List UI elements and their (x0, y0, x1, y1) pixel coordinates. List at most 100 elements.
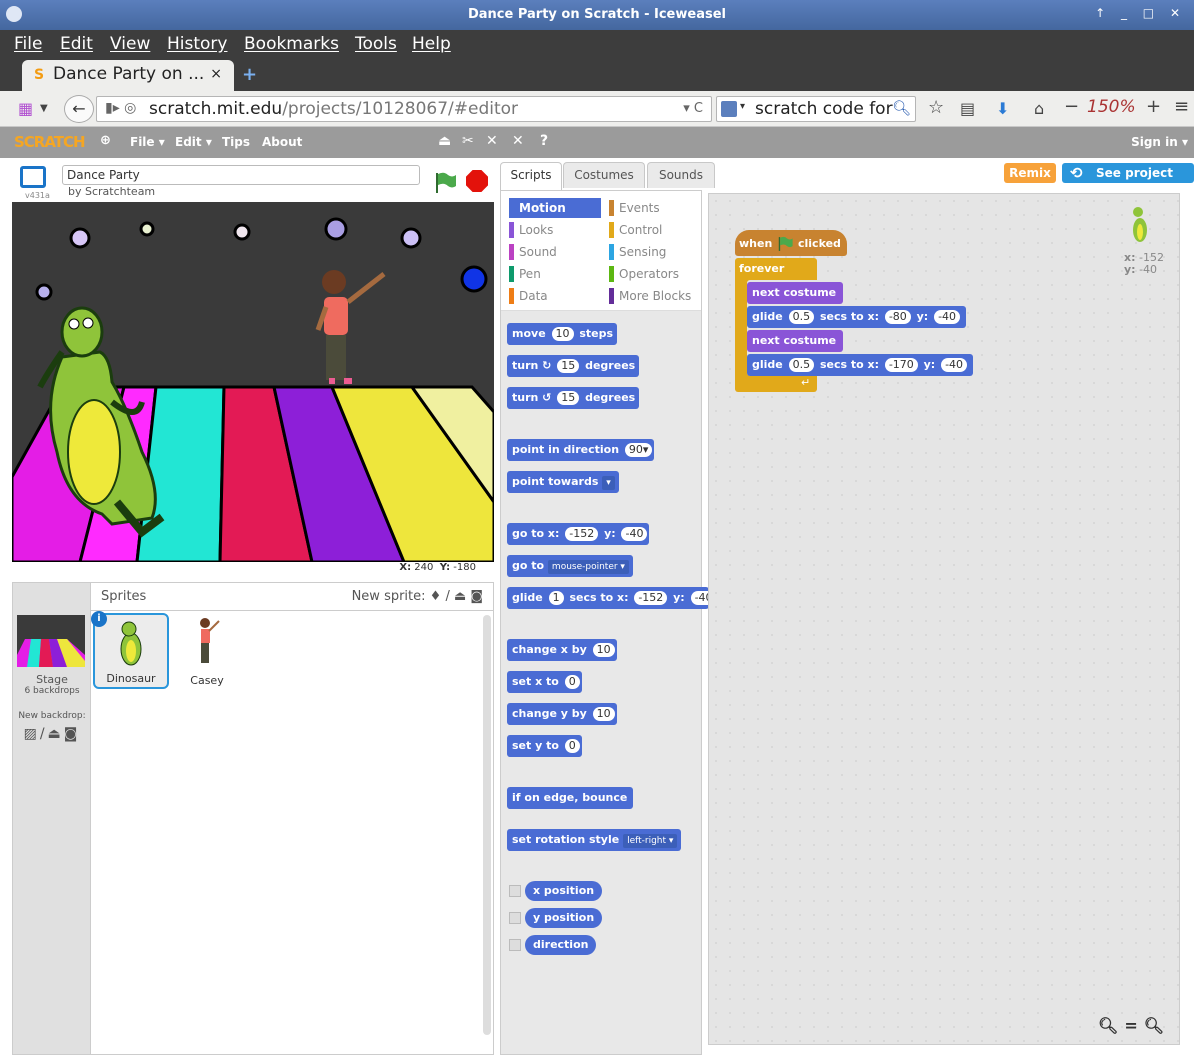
tab-sounds[interactable]: Sounds (647, 162, 715, 188)
category-sensing[interactable]: Sensing (609, 242, 701, 262)
search-bar[interactable]: ▾ scratch code for 🔍︎ (716, 96, 916, 122)
category-looks[interactable]: Looks (509, 220, 601, 240)
stop-button[interactable] (466, 170, 488, 192)
zoom-in-icon[interactable]: 🔍︎ (1144, 1016, 1170, 1035)
zoom-level[interactable]: 150% (1087, 97, 1136, 117)
sprites-scrollbar[interactable] (483, 615, 491, 1035)
menu-edit[interactable]: Edit (60, 34, 93, 54)
block-set-rotation-style[interactable]: set rotation style left-right ▾ (507, 829, 682, 851)
apps-icon[interactable]: ▦ (18, 99, 33, 118)
block-if-on-edge-bounce[interactable]: if on edge, bounce (507, 787, 634, 809)
block-change-x[interactable]: change x by 10 (507, 639, 617, 661)
menu-tools[interactable]: Tools (355, 34, 397, 54)
block-point-in-direction[interactable]: point in direction 90▾ (507, 439, 655, 461)
category-operators[interactable]: Operators (609, 264, 701, 284)
block-point-towards[interactable]: point towards ▾ (507, 471, 619, 493)
casey-sprite[interactable] (12, 202, 494, 562)
sign-in-link[interactable]: Sign in ▾ (1131, 135, 1188, 149)
menu-help[interactable]: Help (412, 34, 451, 54)
scratch-edit-menu[interactable]: Edit ▾ (175, 135, 212, 149)
category-pen[interactable]: Pen (509, 264, 601, 284)
scratch-file-menu[interactable]: File ▾ (130, 135, 165, 149)
loop-arrow-icon: ↵ (801, 376, 811, 389)
apps-dropdown-icon[interactable]: ▼ (40, 103, 48, 114)
new-tab-icon[interactable]: + (242, 64, 257, 85)
duplicate-tool-icon[interactable]: ⏏ (438, 133, 451, 149)
help-tool-icon[interactable]: ? (540, 133, 548, 149)
search-icon[interactable]: 🔍︎ (892, 99, 911, 117)
scratch-logo[interactable]: SCRATCH (14, 133, 86, 151)
glide-block-2[interactable]: glide 0.5 secs to x: -170 y: -40 (747, 354, 973, 376)
category-control[interactable]: Control (609, 220, 701, 240)
tab-costumes[interactable]: Costumes (563, 162, 645, 188)
category-more-blocks[interactable]: More Blocks (609, 286, 701, 306)
back-button[interactable]: ← (64, 95, 94, 123)
menu-icon[interactable]: ≡ (1174, 96, 1189, 117)
project-title-input[interactable]: Dance Party (62, 165, 420, 185)
category-events[interactable]: Events (609, 198, 701, 218)
category-sound[interactable]: Sound (509, 242, 601, 262)
block-turn-left[interactable]: turn ↺ 15 degrees (507, 387, 640, 409)
zoom-in-icon[interactable]: + (1146, 96, 1161, 117)
menu-file[interactable]: File (14, 34, 42, 54)
reporter-direction[interactable]: direction (525, 935, 597, 955)
new-sprite-tools[interactable]: New sprite: ♦ / ⏏ ◙ (352, 589, 483, 604)
block-set-x[interactable]: set x to 0 (507, 671, 582, 693)
block-go-to-xy[interactable]: go to x: -152 y: -40 (507, 523, 650, 545)
category-data[interactable]: Data (509, 286, 601, 306)
window-controls[interactable]: ↑ _ □ ✕ (1095, 6, 1186, 20)
shrink-tool-icon[interactable]: ✕ (512, 133, 524, 149)
block-set-y[interactable]: set y to 0 (507, 735, 582, 757)
search-engine-icon[interactable] (721, 101, 737, 117)
bookmark-star-icon[interactable]: ☆ (928, 97, 944, 118)
scripts-area[interactable]: when clicked forever ↵ next costume glid… (708, 193, 1180, 1045)
tab-scripts[interactable]: Scripts (500, 162, 562, 190)
menu-history[interactable]: History (167, 34, 227, 54)
tab-dance-party[interactable]: S Dance Party on ... × (22, 60, 234, 91)
grow-tool-icon[interactable]: ✕ (486, 133, 498, 149)
block-change-y[interactable]: change y by 10 (507, 703, 617, 725)
zoom-reset-icon[interactable]: = (1124, 1016, 1143, 1035)
info-icon[interactable]: i (91, 611, 107, 627)
reload-icon[interactable]: ▾ C (683, 101, 703, 116)
block-move-steps[interactable]: move 10 steps (507, 323, 617, 345)
url-bar[interactable]: ▮▸ ◎ scratch.mit.edu/projects/10128067/#… (96, 96, 712, 122)
menu-bookmarks[interactable]: Bookmarks (244, 34, 339, 54)
new-backdrop-tools[interactable]: ▨/⏏◙ (13, 726, 91, 742)
search-input[interactable]: scratch code for (755, 99, 893, 119)
menu-view[interactable]: View (110, 34, 150, 54)
stage-thumbnail[interactable] (17, 615, 85, 667)
remix-button[interactable]: Remix (1004, 163, 1056, 183)
reporter-x-position[interactable]: x position (525, 881, 603, 901)
green-flag-icon[interactable] (432, 170, 458, 196)
zoom-out-icon[interactable]: 🔍︎ (1098, 1016, 1124, 1035)
reading-list-icon[interactable]: ▤ (960, 99, 975, 118)
x-position-checkbox[interactable] (509, 885, 521, 897)
page-info-icon[interactable]: ▮▸ ◎ (105, 100, 136, 116)
block-go-to[interactable]: go to mouse-pointer ▾ (507, 555, 633, 577)
reporter-y-position[interactable]: y position (525, 908, 603, 928)
sprite-dinosaur[interactable]: i Dinosaur (91, 611, 169, 689)
glide-block-1[interactable]: glide 0.5 secs to x: -80 y: -40 (747, 306, 966, 328)
download-icon[interactable]: ⬇ (996, 99, 1009, 118)
scratch-tips-menu[interactable]: Tips (222, 135, 250, 149)
block-glide[interactable]: glide 1 secs to x: -152 y: -40 (507, 587, 709, 609)
language-globe-icon[interactable]: ⊕ (100, 133, 111, 148)
direction-checkbox[interactable] (509, 939, 521, 951)
home-icon[interactable]: ⌂ (1034, 99, 1044, 118)
sprite-casey[interactable]: Casey (169, 613, 245, 689)
fullscreen-icon[interactable] (20, 166, 46, 188)
see-project-page-button[interactable]: ⟲ See project page (1062, 163, 1194, 200)
tab-close-icon[interactable]: × (210, 66, 222, 82)
zoom-out-icon[interactable]: − (1064, 96, 1079, 117)
next-costume-block[interactable]: next costume (747, 282, 843, 304)
stage-canvas[interactable] (12, 202, 494, 562)
next-costume-block[interactable]: next costume (747, 330, 843, 352)
when-flag-clicked-block[interactable]: when clicked (735, 230, 847, 256)
y-position-checkbox[interactable] (509, 912, 521, 924)
scratch-about-menu[interactable]: About (262, 135, 302, 149)
delete-tool-icon[interactable]: ✂ (462, 133, 474, 149)
category-motion[interactable]: Motion (509, 198, 601, 218)
search-engine-dropdown-icon[interactable]: ▾ (740, 101, 745, 112)
block-turn-right[interactable]: turn ↻ 15 degrees (507, 355, 640, 377)
